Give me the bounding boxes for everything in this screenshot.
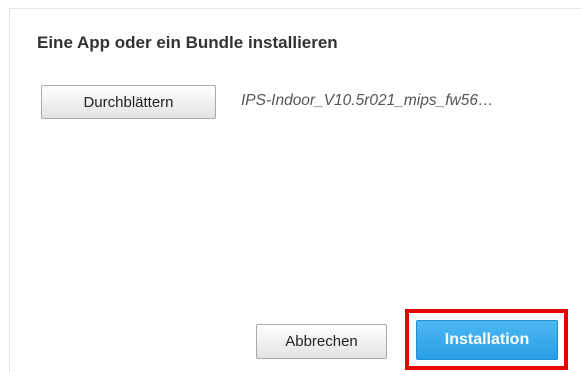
- install-button[interactable]: Installation: [416, 320, 558, 360]
- cancel-button[interactable]: Abbrechen: [256, 324, 387, 359]
- selected-file-name: IPS-Indoor_V10.5r021_mips_fw56…: [241, 92, 494, 109]
- screenshot-page: Eine App oder ein Bundle installieren Du…: [0, 0, 581, 372]
- browse-button[interactable]: Durchblättern: [41, 85, 216, 119]
- dialog-title: Eine App oder ein Bundle installieren: [37, 33, 338, 52]
